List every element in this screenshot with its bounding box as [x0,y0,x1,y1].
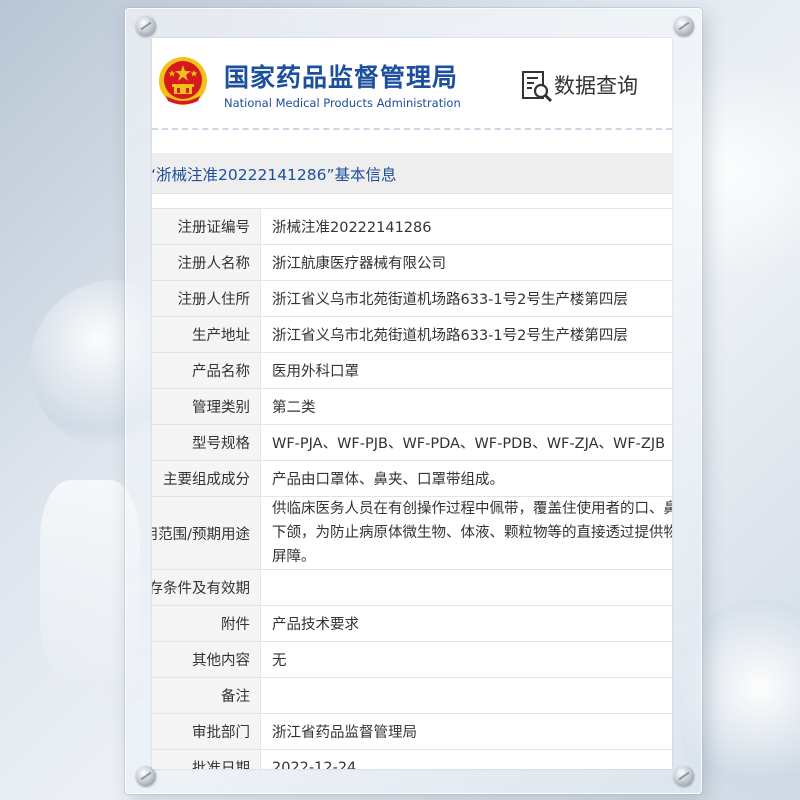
row-label: 注册证编号 [152,208,261,245]
row-label: 审批部门 [152,713,261,750]
org-name-en: National Medical Products Administration [224,96,461,110]
row-value: 供临床医务人员在有创操作过程中佩带，覆盖住使用者的口、鼻及下颌，为防止病原体微生… [260,496,672,570]
table-row: 产品名称 医用外科口罩 [152,352,672,389]
screw-icon [136,16,156,36]
row-value: 浙江省义乌市北苑街道机场路633-1号2号生产楼第四层 [260,316,672,353]
row-label: 批准日期 [152,749,261,769]
row-value: 浙江省义乌市北苑街道机场路633-1号2号生产楼第四层 [260,280,672,317]
record-title-bar: “浙械注准20222141286”基本信息 [152,153,672,194]
row-label: 附件 [152,605,261,642]
row-label: 型号规格 [152,424,261,461]
row-label: 生产地址 [152,316,261,353]
row-value-text: 供临床医务人员在有创操作过程中佩带，覆盖住使用者的口、鼻及下颌，为防止病原体微生… [272,501,672,565]
site-header: 国家药品监督管理局 National Medical Products Admi… [152,38,672,130]
row-value [260,677,672,714]
row-label: 注册人住所 [152,280,261,317]
row-label: 注册人名称 [152,244,261,281]
table-row: 附件 产品技术要求 [152,605,672,642]
row-value: 浙江省药品监督管理局 [260,713,672,750]
screw-icon [136,766,156,786]
table-row: 注册人名称 浙江航康医疗器械有限公司 [152,244,672,281]
table-row: 注册证编号 浙械注准20222141286 [152,208,672,245]
row-label: 备注 [152,677,261,714]
table-row: 主要组成成分 产品由口罩体、鼻夹、口罩带组成。 [152,460,672,497]
table-row: 审批部门 浙江省药品监督管理局 [152,713,672,750]
registration-sheet: 国家药品监督管理局 National Medical Products Admi… [152,38,672,769]
table-row: 管理类别 第二类 [152,388,672,425]
table-row: 备注 [152,677,672,714]
row-value: 第二类 [260,388,672,425]
row-value: 2022-12-24 [260,749,672,769]
row-value: 医用外科口罩 [260,352,672,389]
table-row: 批准日期 2022-12-24 [152,749,672,769]
document-search-icon [522,71,553,103]
record-title: “浙械注准20222141286”基本信息 [152,166,397,184]
row-value: 浙械注准20222141286 [260,208,672,245]
row-label: 其他内容 [152,641,261,678]
national-emblem-icon [159,57,207,105]
table-row: 适用范围/预期用途供临床医务人员在有创操作过程中佩带，覆盖住使用者的口、鼻及下颌… [152,496,672,570]
row-value: 产品由口罩体、鼻夹、口罩带组成。 [260,460,672,497]
row-value: 浙江航康医疗器械有限公司 [260,244,672,281]
row-value: WF-PJA、WF-PJB、WF-PDA、WF-PDB、WF-ZJA、WF-ZJ… [260,424,672,461]
table-row: 注册人住所 浙江省义乌市北苑街道机场路633-1号2号生产楼第四层 [152,280,672,317]
table-row: 其他内容无 [152,641,672,678]
row-label: 产品储存条件及有效期 [152,569,261,606]
row-value [260,569,672,606]
data-query-link[interactable]: 数据查询 [554,70,638,100]
row-label: 管理类别 [152,388,261,425]
row-label: 产品名称 [152,352,261,389]
table-row: 产品储存条件及有效期 [152,569,672,606]
row-value: 无 [260,641,672,678]
table-row: 型号规格 WF-PJA、WF-PJB、WF-PDA、WF-PDB、WF-ZJA、W… [152,424,672,461]
table-row: 生产地址 浙江省义乌市北苑街道机场路633-1号2号生产楼第四层 [152,316,672,353]
row-value: 产品技术要求 [260,605,672,642]
screw-icon [674,16,694,36]
screw-icon [674,766,694,786]
org-name-cn: 国家药品监督管理局 [224,63,459,92]
row-label: 主要组成成分 [152,460,261,497]
row-label: 适用范围/预期用途 [152,496,261,570]
info-table: 注册证编号 浙械注准20222141286 注册人名称 浙江航康医疗器械有限公司 注… [152,208,672,769]
